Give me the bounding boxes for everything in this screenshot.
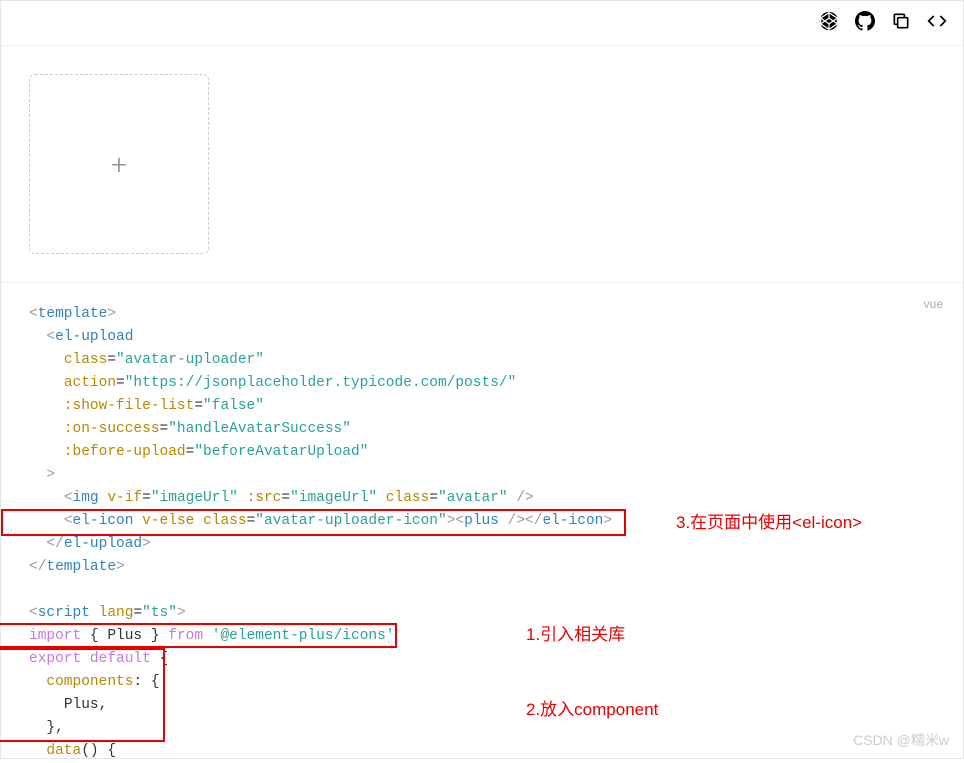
copy-icon[interactable] [891,11,911,35]
watermark: CSDN @糯米w [853,730,949,750]
code-icon[interactable] [927,11,947,35]
codepen-icon[interactable] [819,11,839,35]
annotation-3: 3.在页面中使用<el-icon> [676,511,862,534]
code-block: vue <template> <el-upload class="avatar-… [1,283,963,763]
language-label: vue [924,293,943,316]
avatar-uploader[interactable]: + [29,74,209,254]
preview-area: + [1,46,963,283]
plus-icon: + [111,148,127,181]
annotation-2: 2.放入component [526,698,658,721]
annotation-1: 1.引入相关库 [526,623,625,646]
toolbar [1,1,963,46]
github-icon[interactable] [855,11,875,35]
